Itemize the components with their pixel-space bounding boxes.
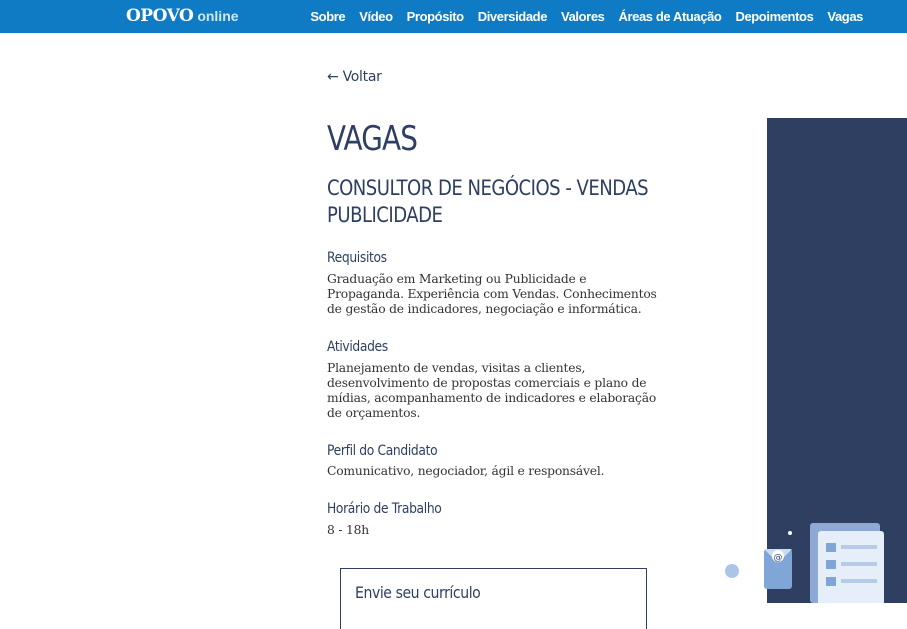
nav-item-video[interactable]: Vídeo — [359, 9, 393, 24]
job-title: CONSULTOR DE NEGÓCIOS - VENDAS PUBLICIDA… — [327, 176, 649, 227]
back-link[interactable]: ← Voltar — [327, 69, 382, 85]
section-label-atividades: Atividades — [327, 339, 388, 355]
section-label-horario: Horário de Trabalho — [327, 501, 442, 517]
documents-illustration: @ — [725, 523, 884, 603]
opovo-logo[interactable]: OPOVO online — [126, 6, 239, 26]
section-text-horario: 8 - 18h — [327, 523, 369, 537]
logo-sub: online — [197, 8, 239, 24]
send-cv-box[interactable]: Envie seu currículo — [340, 568, 647, 629]
deco-dot — [788, 531, 792, 535]
logo-main: OPOVO — [126, 6, 194, 26]
nav-item-valores[interactable]: Valores — [561, 9, 605, 24]
nav-item-areas-de-atuacao[interactable]: Áreas de Atuação — [619, 9, 722, 24]
deco-dot — [725, 564, 739, 578]
section-text-atividades: Planejamento de vendas, visitas a client… — [327, 361, 657, 420]
section-text-requisitos: Graduação em Marketing ou Publicidade e … — [327, 272, 657, 316]
deco-dot — [739, 592, 745, 598]
nav-item-vagas[interactable]: Vagas — [827, 9, 863, 24]
nav-item-sobre[interactable]: Sobre — [310, 9, 345, 24]
svg-text:@: @ — [774, 553, 783, 563]
top-navbar: OPOVO online Sobre Vídeo Propósito Divers… — [0, 0, 907, 33]
section-label-perfil: Perfil do Candidato — [327, 443, 438, 459]
nav-item-diversidade[interactable]: Diversidade — [478, 9, 548, 24]
nav-item-proposito[interactable]: Propósito — [407, 9, 464, 24]
nav-item-depoimentos[interactable]: Depoimentos — [735, 9, 813, 24]
envelope-icon: @ — [764, 549, 792, 589]
section-text-perfil: Comunicativo, negociador, ágil e respons… — [327, 464, 605, 478]
page-title: VAGAS — [327, 119, 418, 159]
section-label-requisitos: Requisitos — [327, 250, 387, 266]
document-icon — [810, 523, 884, 603]
main-nav: Sobre Vídeo Propósito Diversidade Valore… — [310, 0, 863, 33]
send-cv-title: Envie seu currículo — [355, 583, 481, 602]
